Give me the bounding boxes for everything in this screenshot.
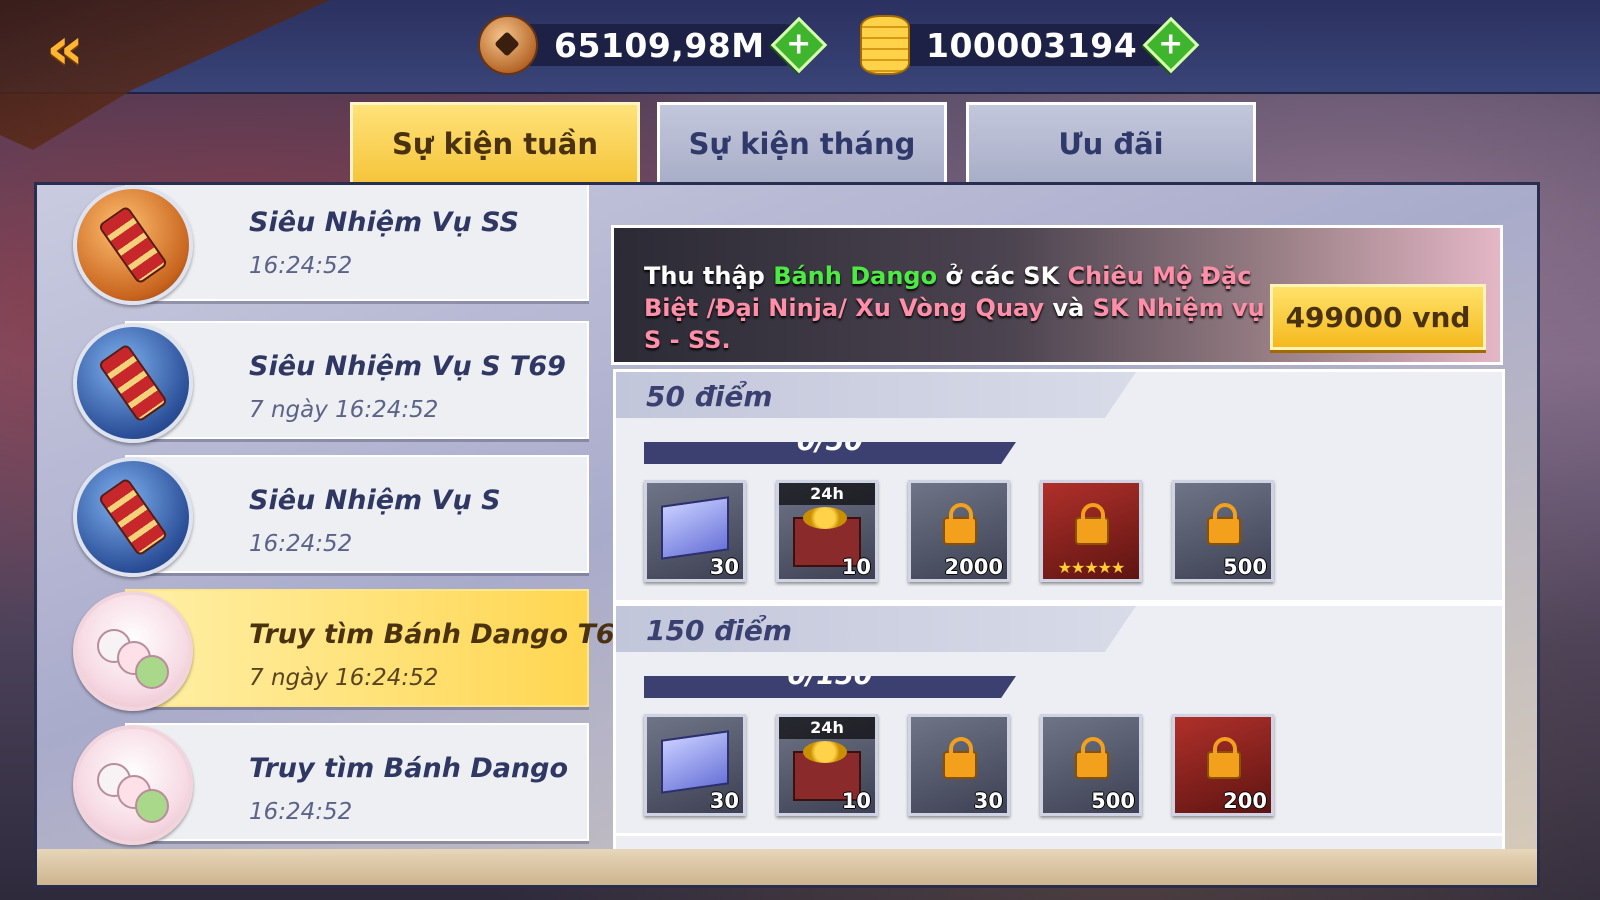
progress-label: 0/150 [787, 660, 873, 691]
bottom-strip [37, 849, 1537, 885]
reward-row: 30 24h 10 2000 ★★★★★ 500 [644, 480, 1274, 582]
tier-title: 150 điểm [646, 614, 793, 647]
scroll-blue-icon [73, 323, 193, 443]
copper-value: 65109,98M [554, 25, 765, 65]
lock-icon [943, 503, 977, 545]
reward-item[interactable]: 24h 10 [776, 480, 878, 582]
event-time: 16:24:52 [249, 799, 353, 825]
reward-item-locked[interactable]: 500 [1040, 714, 1142, 816]
tier-progress-bar: 0/50 [644, 442, 1016, 464]
event-item[interactable]: Siêu Nhiệm Vụ S T69 7 ngày 16:24:52 [73, 321, 589, 443]
event-title: Truy tìm Bánh Dango T69 [249, 619, 634, 650]
back-button[interactable]: « [30, 13, 100, 82]
reward-row: 30 24h 10 30 500 200 [644, 714, 1274, 816]
main-panel: Siêu Nhiệm Vụ SS 16:24:52 Siêu Nhiệm Vụ … [34, 182, 1540, 888]
reward-item[interactable]: 30 [644, 714, 746, 816]
event-title: Siêu Nhiệm Vụ S T69 [249, 351, 566, 382]
event-title: Siêu Nhiệm Vụ S [249, 485, 501, 516]
tab-monthly-events[interactable]: Sự kiện tháng [657, 102, 947, 183]
banner-description: Thu thập Bánh Dango ở các SK Chiêu Mộ Đặ… [644, 262, 1265, 354]
progress-label: 0/50 [796, 426, 864, 457]
currency-copper: 65109,98M + [478, 15, 827, 75]
event-title: Siêu Nhiệm Vụ SS [249, 207, 519, 238]
plus-icon: + [1158, 26, 1184, 62]
event-item-selected[interactable]: Truy tìm Bánh Dango T69 7 ngày 16:24:52 [73, 589, 633, 711]
reward-tier: 150 điểm 0/150 30 24h 10 30 500 200 [613, 603, 1505, 837]
scroll-icon [661, 496, 729, 560]
event-time: 7 ngày 16:24:52 [249, 665, 439, 691]
lock-icon [1207, 737, 1241, 779]
reward-item-locked[interactable]: ★★★★★ [1040, 480, 1142, 582]
event-item[interactable]: Siêu Nhiệm Vụ SS 16:24:52 [73, 185, 589, 305]
tab-weekly-events[interactable]: Sự kiện tuần [350, 102, 640, 183]
dango-icon [73, 591, 193, 711]
lock-icon [1075, 737, 1109, 779]
lock-icon [1207, 503, 1241, 545]
lock-icon [943, 737, 977, 779]
tier-title: 50 điểm [646, 380, 773, 413]
reward-item-locked[interactable]: 30 [908, 714, 1010, 816]
event-list[interactable]: Siêu Nhiệm Vụ SS 16:24:52 Siêu Nhiệm Vụ … [73, 185, 633, 845]
tab-offers[interactable]: Ưu đãi [966, 102, 1256, 183]
reward-item[interactable]: 24h 10 [776, 714, 878, 816]
dango-icon [73, 725, 193, 845]
reward-item-locked[interactable]: 500 [1172, 480, 1274, 582]
reward-item[interactable]: 30 [644, 480, 746, 582]
buy-price-button[interactable]: 499000 vnd [1270, 284, 1486, 350]
event-item[interactable]: Truy tìm Bánh Dango 16:24:52 [73, 723, 589, 845]
scroll-orange-icon [73, 185, 193, 305]
reward-tier: 50 điểm 0/50 30 24h 10 2000 ★★★★★ 500 [613, 369, 1505, 603]
double-chevron-left-icon: « [46, 13, 84, 82]
event-time: 7 ngày 16:24:52 [249, 397, 439, 423]
currency-gold: 100003194 + [860, 15, 1200, 75]
event-time: 16:24:52 [249, 253, 353, 279]
reward-item-locked[interactable]: 2000 [908, 480, 1010, 582]
lock-icon [1075, 503, 1109, 545]
star-rating: ★★★★★ [1057, 558, 1126, 577]
reward-item-locked[interactable]: 200 [1172, 714, 1274, 816]
event-time: 16:24:52 [249, 531, 353, 557]
scroll-icon [661, 730, 729, 794]
gold-value: 100003194 [926, 25, 1138, 65]
plus-icon: + [786, 26, 812, 62]
event-banner: Thu thập Bánh Dango ở các SK Chiêu Mộ Đặ… [611, 225, 1503, 365]
copper-coin-icon [478, 15, 538, 75]
scroll-blue-icon [73, 457, 193, 577]
event-title: Truy tìm Bánh Dango [249, 753, 569, 784]
gold-ingot-icon [860, 15, 910, 75]
tier-progress-bar: 0/150 [644, 676, 1016, 698]
event-item[interactable]: Siêu Nhiệm Vụ S 16:24:52 [73, 455, 589, 577]
